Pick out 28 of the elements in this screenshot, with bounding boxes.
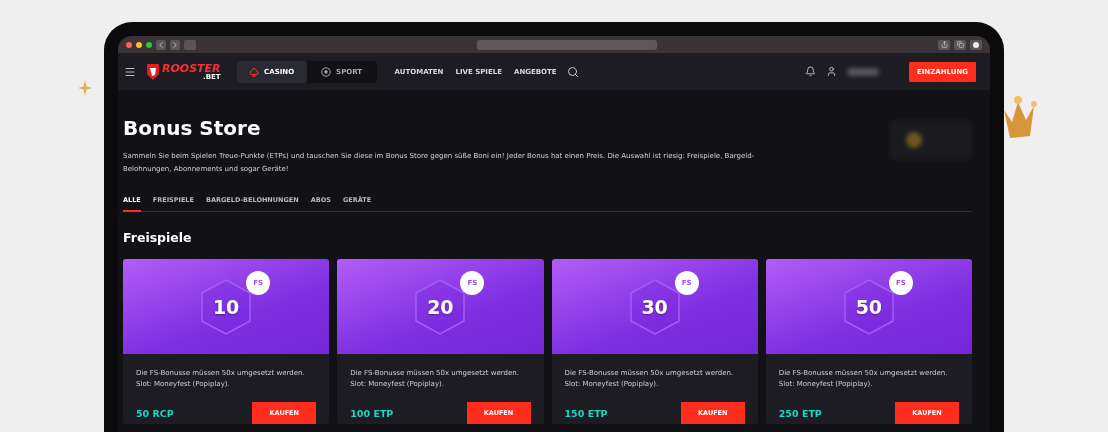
card-price: 250 ETP — [778, 407, 822, 419]
section-title: Freispiele — [123, 230, 193, 245]
spin-count: 20 — [427, 295, 454, 318]
back-icon[interactable] — [156, 39, 166, 50]
menu-icon[interactable] — [124, 65, 136, 78]
card-price: 50 RCP — [136, 407, 174, 419]
sparkle-icon — [78, 80, 92, 96]
card-price: 150 ETP — [564, 407, 608, 419]
minimize-icon[interactable] — [136, 41, 142, 48]
brand-name[interactable]: ROOSTER — [162, 62, 221, 74]
forward-icon[interactable] — [170, 39, 180, 50]
card-price: 100 ETP — [350, 407, 394, 419]
tabs-button[interactable] — [954, 39, 966, 50]
search-icon[interactable] — [566, 65, 579, 78]
spin-count: 50 — [855, 295, 883, 318]
soccer-ball-icon — [321, 66, 332, 77]
spin-count: 30 — [641, 295, 668, 318]
close-icon[interactable] — [126, 41, 132, 48]
maximize-icon[interactable] — [146, 41, 152, 48]
rooster-logo-icon — [146, 62, 160, 81]
page-title: Bonus Store — [123, 116, 262, 140]
bell-icon[interactable] — [804, 66, 816, 77]
blurred-placeholder — [846, 67, 879, 76]
spade-icon — [249, 66, 260, 77]
user-icon[interactable] — [825, 66, 837, 77]
share-button[interactable] — [938, 39, 950, 50]
download-button[interactable] — [970, 39, 982, 50]
spin-count: 10 — [212, 295, 240, 318]
